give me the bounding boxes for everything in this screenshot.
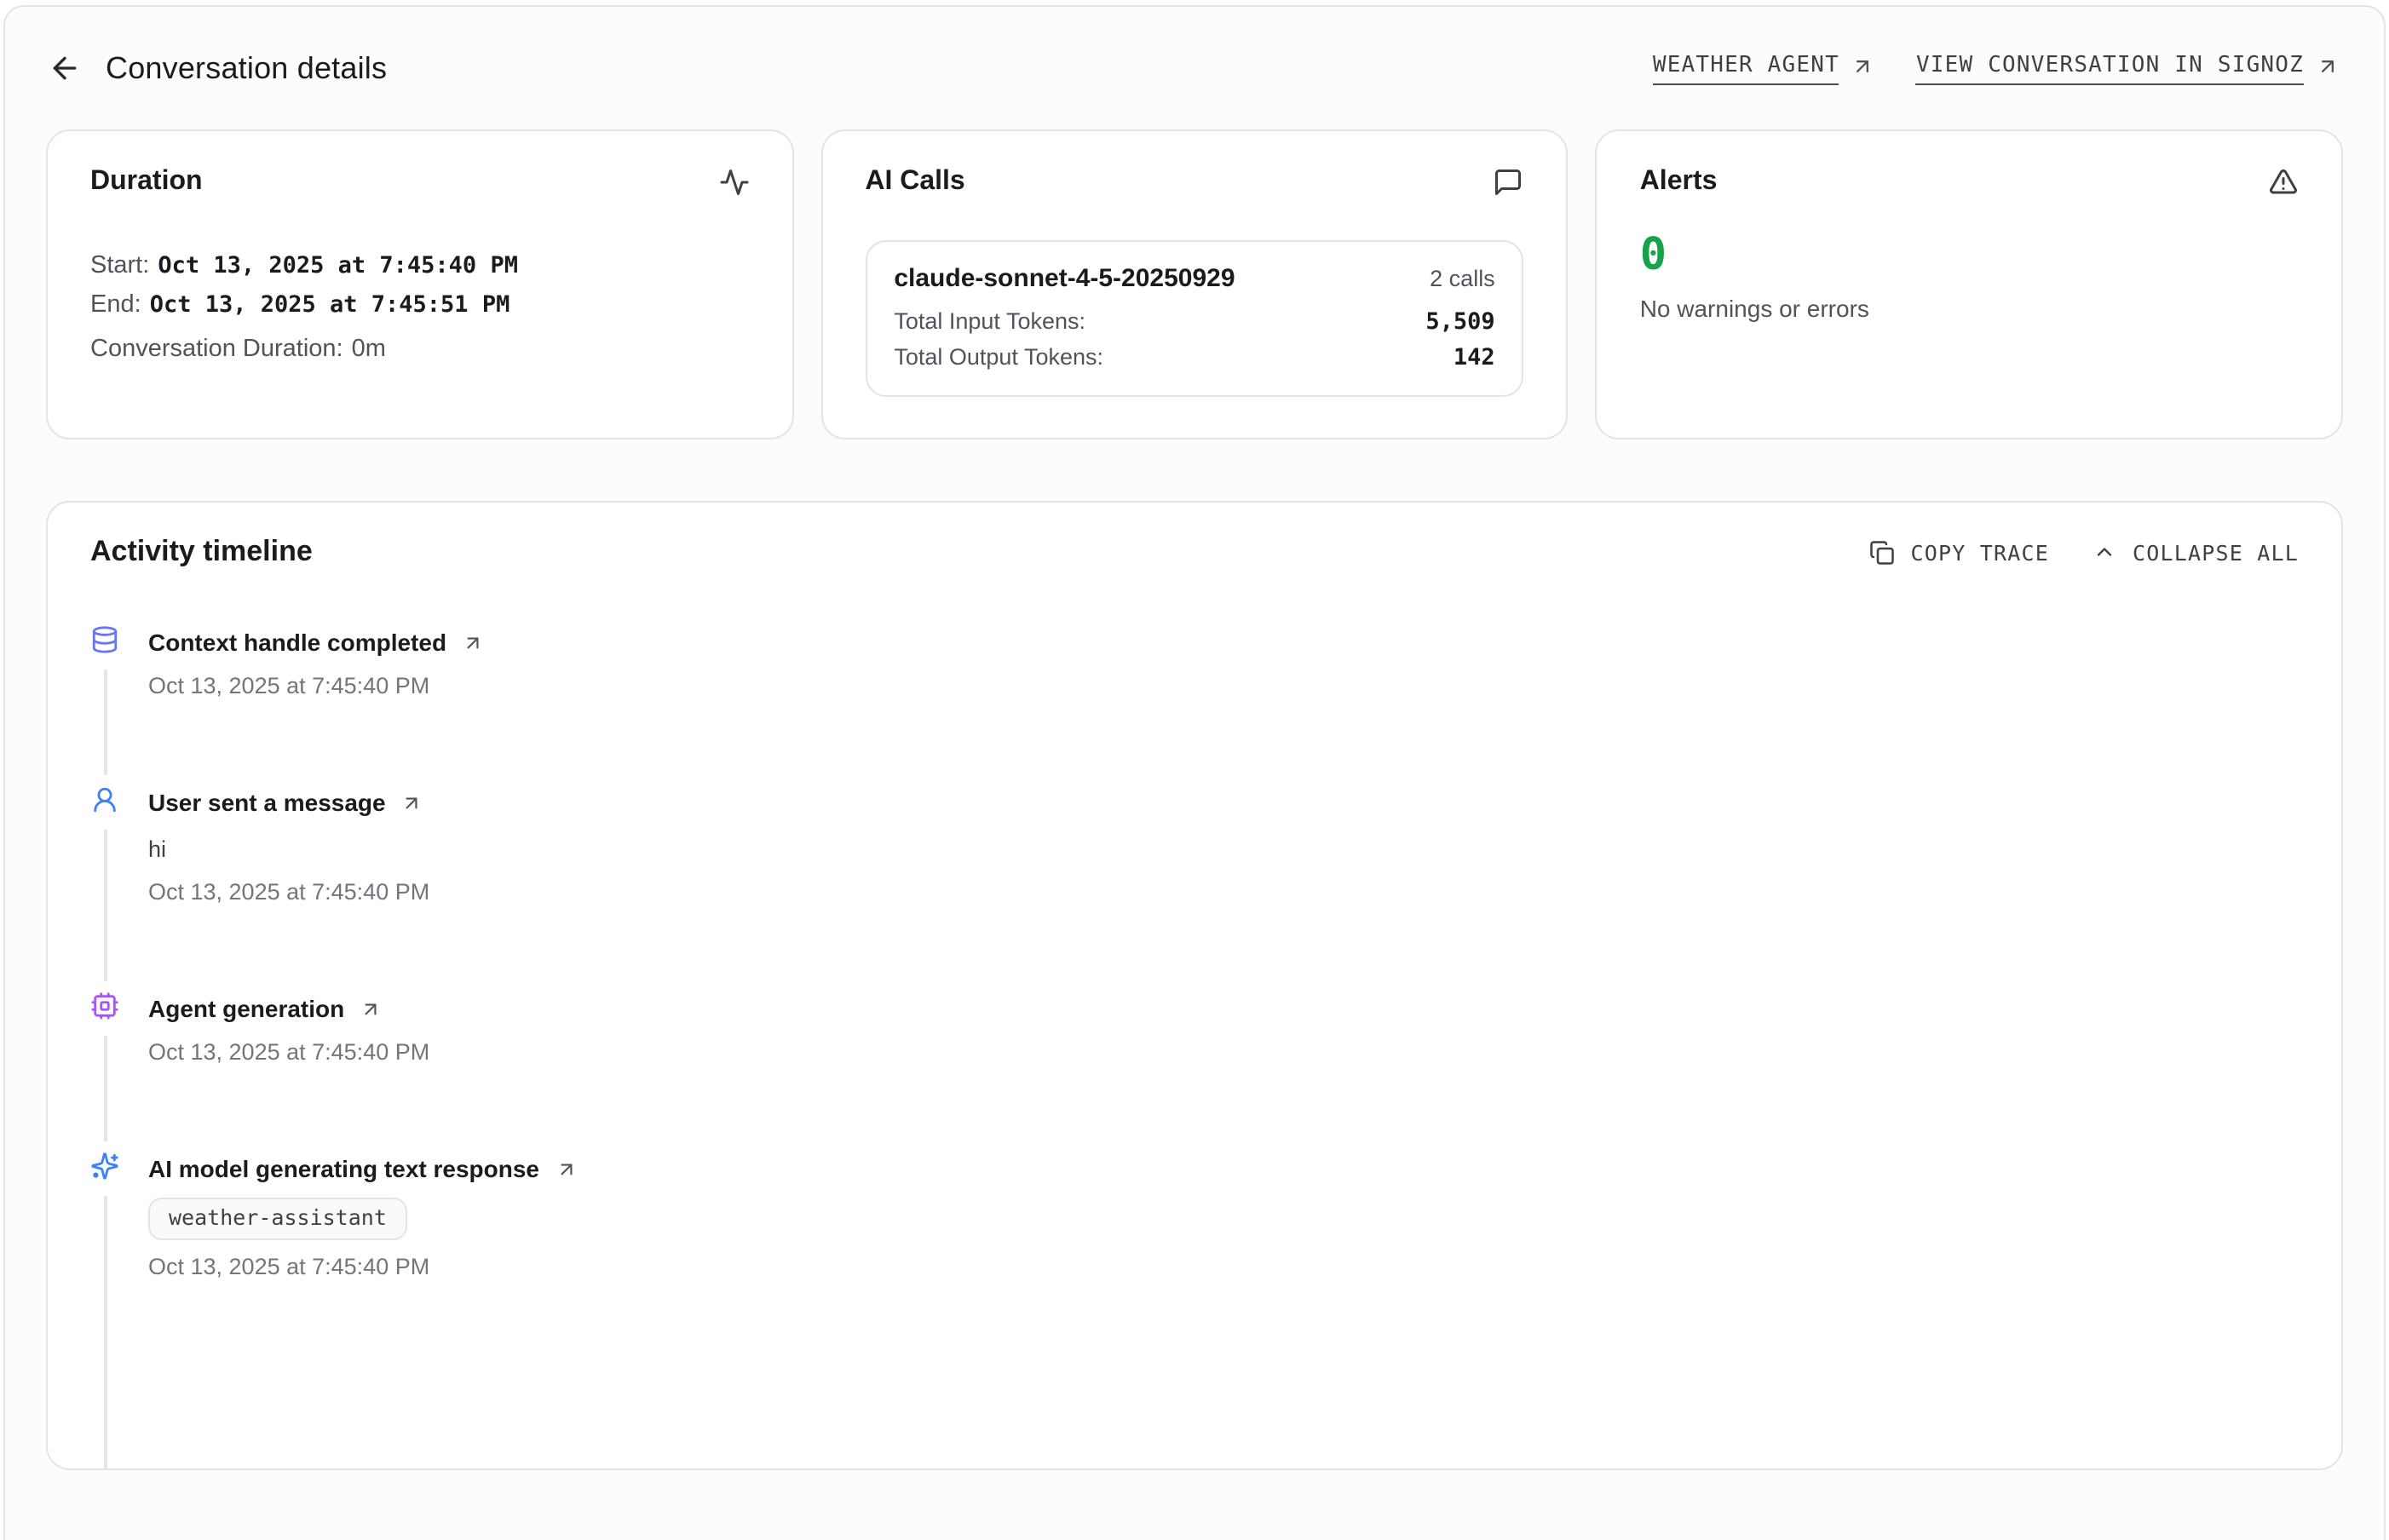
collapse-all-button[interactable]: COLLAPSE ALL [2093,539,2299,565]
timeline-item-link[interactable]: AI model generating text response [148,1152,577,1186]
stat-cards-row: Duration Start:Oct 13, 2025 at 7:45:40 P… [46,129,2343,440]
arrow-up-right-icon [462,632,484,654]
arrow-up-right-icon [555,1158,577,1181]
conversation-duration-row: Conversation Duration:0m [90,330,749,370]
ai-calls-card: AI Calls claude-sonnet-4-5-20250929 2 ca… [820,129,1568,440]
copy-trace-button[interactable]: COPY TRACE [1869,539,2049,565]
timeline-connector [104,1036,106,1141]
input-tokens-row: Total Input Tokens: 5,509 [894,308,1494,336]
timeline-connector [104,669,106,775]
output-tokens-row: Total Output Tokens: 142 [894,344,1494,371]
arrow-left-icon [48,51,82,85]
timeline-item: Agent generation Oct 13, 2025 at 7:45:40… [90,991,2299,1152]
timeline-item: User sent a message hi Oct 13, 2025 at 7… [90,785,2299,991]
input-tokens-value: 5,509 [1425,308,1494,336]
page-header: Conversation details WEATHER AGENT VIEW … [46,49,2340,87]
header-links: WEATHER AGENT VIEW CONVERSATION IN SIGNO… [1653,52,2340,84]
timeline-item-timestamp: Oct 13, 2025 at 7:45:40 PM [148,671,2299,702]
timeline-item-link[interactable]: Context handle completed [148,625,484,659]
timeline-item-link[interactable]: Agent generation [148,991,382,1026]
timeline-connector [104,1196,106,1468]
message-square-icon [1494,167,1524,198]
header-left: Conversation details [46,49,387,87]
arrow-up-right-icon [1851,54,1875,78]
conversation-duration-value: 0m [352,336,386,363]
alerts-card-title: Alerts [1640,167,1718,198]
activity-timeline-card: Activity timeline COPY TRACE COLLAPSE AL… [46,501,2343,1470]
timeline-item: AI model generating text response weathe… [90,1152,2299,1366]
arrow-up-right-icon [360,998,382,1020]
timeline-item-message: hi [148,835,2299,865]
ai-calls-card-title: AI Calls [865,167,964,198]
copy-icon [1869,539,1895,565]
page-frame: Conversation details WEATHER AGENT VIEW … [3,5,2386,1540]
cpu-icon [90,991,119,1020]
alert-triangle-icon [2268,167,2299,198]
timeline-item-link[interactable]: User sent a message [148,785,423,819]
timeline-item-timestamp: Oct 13, 2025 at 7:45:40 PM [148,1037,2299,1068]
user-icon [90,785,119,814]
weather-agent-link[interactable]: WEATHER AGENT [1653,52,1875,84]
start-time-value: Oct 13, 2025 at 7:45:40 PM [158,252,518,279]
activity-timeline-title: Activity timeline [90,535,313,569]
arrow-up-right-icon [401,792,423,814]
model-call-count: 2 calls [1430,266,1495,291]
chevron-up-icon [2093,540,2117,564]
arrow-up-right-icon [2316,54,2340,78]
timeline-items: Context handle completed Oct 13, 2025 at… [90,625,2299,1366]
model-name: claude-sonnet-4-5-20250929 [894,264,1235,293]
output-tokens-value: 142 [1454,344,1495,371]
conversation-details-page: Conversation details WEATHER AGENT VIEW … [0,0,2389,1344]
agent-badge: weather-assistant [148,1198,407,1240]
page-title: Conversation details [106,50,387,86]
start-time-row: Start:Oct 13, 2025 at 7:45:40 PM [90,247,749,286]
timeline-item-timestamp: Oct 13, 2025 at 7:45:40 PM [148,877,2299,908]
end-time-value: Oct 13, 2025 at 7:45:51 PM [150,291,510,319]
alerts-card: Alerts 0 No warnings or errors [1596,129,2343,440]
model-usage-box: claude-sonnet-4-5-20250929 2 calls Total… [865,240,1523,397]
duration-card-title: Duration [90,167,203,198]
timeline-item-timestamp: Oct 13, 2025 at 7:45:40 PM [148,1252,2299,1283]
view-conversation-in-signoz-link[interactable]: VIEW CONVERSATION IN SIGNOZ [1916,52,2340,84]
sparkles-icon [90,1152,119,1181]
end-time-row: End:Oct 13, 2025 at 7:45:51 PM [90,286,749,325]
back-button[interactable] [46,49,83,87]
timeline-item: Context handle completed Oct 13, 2025 at… [90,625,2299,785]
alert-message: No warnings or errors [1640,295,2299,322]
duration-card: Duration Start:Oct 13, 2025 at 7:45:40 P… [46,129,793,440]
database-icon [90,625,119,654]
timeline-connector [104,830,106,981]
alert-count: 0 [1640,232,2299,279]
activity-icon [718,167,749,198]
